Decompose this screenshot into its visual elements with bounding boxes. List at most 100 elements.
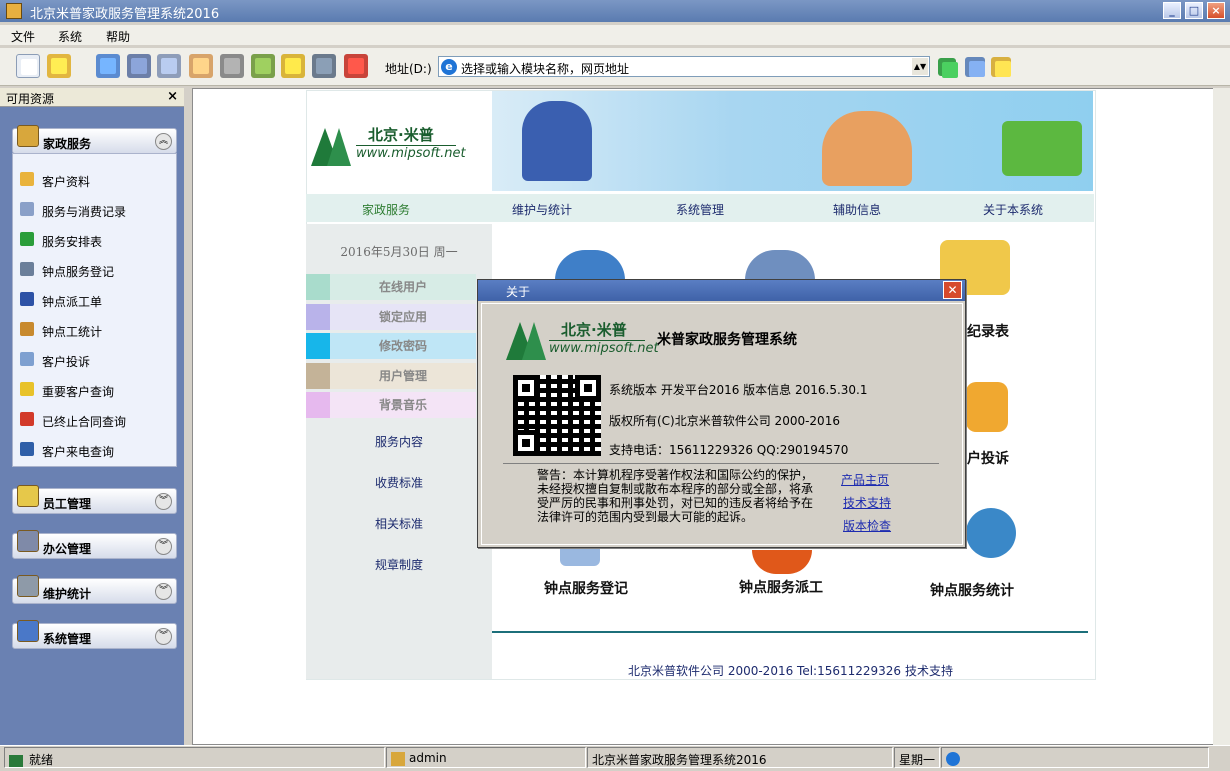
vertical-scrollbar[interactable] xyxy=(1213,88,1230,745)
dialog-logo-cn: 北京·米普 xyxy=(561,321,627,339)
chevron-down-icon[interactable]: ︾ xyxy=(155,628,172,645)
minimize-button[interactable]: _ xyxy=(1163,2,1181,19)
dialog-close-button[interactable]: ✕ xyxy=(943,281,962,299)
sidebar-close-icon[interactable]: × xyxy=(167,89,178,104)
sidebar-item-icon xyxy=(20,382,34,396)
register-icon[interactable] xyxy=(560,548,600,566)
nav-household[interactable]: 家政服务 xyxy=(362,201,410,218)
link-related-standard[interactable]: 相关标准 xyxy=(306,515,492,532)
date-text: 2016年5月30日 周一 xyxy=(340,245,458,259)
address-input[interactable]: e 选择或输入模块名称，网页地址 ▲▼ xyxy=(438,56,930,77)
splitter[interactable] xyxy=(184,88,192,745)
nav-about[interactable]: 关于本系统 xyxy=(983,201,1043,218)
sidebar-item[interactable]: 服务安排表 xyxy=(20,230,170,250)
group-system[interactable]: 系统管理 ︾ xyxy=(12,620,177,649)
sidebar-item-icon xyxy=(20,232,34,246)
quick-button[interactable]: 在线用户 xyxy=(306,274,476,300)
user-icon xyxy=(391,751,405,766)
user-lock-icon[interactable] xyxy=(312,54,336,78)
sidebar-item[interactable]: 钟点派工单 xyxy=(20,290,170,310)
link-product-home[interactable]: 产品主页 xyxy=(841,471,889,488)
quick-button[interactable]: 锁定应用 xyxy=(306,303,476,330)
favorites-icon[interactable] xyxy=(991,57,1011,77)
link-rules[interactable]: 规章制度 xyxy=(306,556,492,573)
chart-icon xyxy=(17,575,39,597)
chevron-up-icon[interactable]: ︽ xyxy=(155,133,172,150)
menu-help[interactable]: 帮助 xyxy=(106,28,130,45)
sidebar-item-label: 服务安排表 xyxy=(42,235,103,249)
quick-button[interactable]: 修改密码 xyxy=(306,333,476,359)
sidebar-item[interactable]: 客户来电查询 xyxy=(20,440,170,460)
sidebar-item-label: 重要客户查询 xyxy=(42,385,115,399)
complaint-icon[interactable] xyxy=(966,382,1008,432)
group-household-service[interactable]: 家政服务 ︽ xyxy=(12,125,177,154)
group-staff[interactable]: 员工管理 ︾ xyxy=(12,485,177,514)
list-view-icon[interactable] xyxy=(96,54,120,78)
nav-bar: 家政服务 维护与统计 系统管理 辅助信息 关于本系统 xyxy=(306,194,1094,222)
dialog-separator xyxy=(503,463,939,464)
go-icon[interactable] xyxy=(938,58,956,76)
group-label: 办公管理 xyxy=(43,542,92,556)
globe-icon[interactable] xyxy=(966,508,1016,558)
sidebar-item[interactable]: 钟点工统计 xyxy=(20,320,170,340)
sidebar-item-label: 钟点工统计 xyxy=(42,325,103,339)
home-icon[interactable] xyxy=(189,54,213,78)
dialog-title: 关于 xyxy=(506,285,531,299)
nav-system[interactable]: 系统管理 xyxy=(676,201,724,218)
open-folder-icon[interactable] xyxy=(47,54,71,78)
sidebar-item[interactable]: 客户投诉 xyxy=(20,350,170,370)
sidebar-item-icon xyxy=(20,412,34,426)
dialog-version: 系统版本 开发平台2016 版本信息 2016.5.30.1 xyxy=(609,383,868,397)
link-version-check[interactable]: 版本检查 xyxy=(843,517,891,534)
link-service-content[interactable]: 服务内容 xyxy=(306,433,492,450)
dialog-app-name: 米普家政服务管理系统 xyxy=(657,332,797,348)
chevron-down-icon[interactable]: ︾ xyxy=(155,493,172,510)
quick-button[interactable]: 用户管理 xyxy=(306,362,476,389)
monitor-icon[interactable] xyxy=(157,54,181,78)
ie-icon: e xyxy=(441,59,457,75)
status-icon xyxy=(9,754,23,767)
footer-divider xyxy=(492,631,1088,633)
label-service-register[interactable]: 钟点服务登记 xyxy=(544,578,628,598)
sidebar-item[interactable]: 客户资料 xyxy=(20,170,170,190)
menu-system[interactable]: 系统 xyxy=(58,28,82,45)
exit-icon[interactable] xyxy=(344,54,368,78)
nav-maintenance[interactable]: 维护与统计 xyxy=(512,201,572,218)
maximize-button[interactable]: □ xyxy=(1185,2,1203,19)
save-page-icon[interactable] xyxy=(965,57,985,77)
group-label: 系统管理 xyxy=(43,632,92,646)
link-tech-support[interactable]: 技术支持 xyxy=(843,494,891,511)
dialog-warning: 警告：本计算机程序受著作权法和国际公约的保护，未经授权擅自复制或散布本程序的部分… xyxy=(537,468,814,524)
print-icon[interactable] xyxy=(220,54,244,78)
label-service-dispatch[interactable]: 钟点服务派工 xyxy=(739,577,823,597)
chevron-down-icon[interactable]: ︾ xyxy=(155,538,172,555)
label-record-table[interactable]: 纪录表 xyxy=(967,321,1009,341)
dialog-title-bar: 关于 xyxy=(478,280,965,301)
properties-icon[interactable] xyxy=(127,54,151,78)
quick-button[interactable]: 背景音乐 xyxy=(306,392,476,418)
quick-button-label: 修改密码 xyxy=(330,333,476,359)
group-maintenance[interactable]: 维护统计 ︾ xyxy=(12,575,177,604)
lock-icon[interactable] xyxy=(281,54,305,78)
sidebar-item[interactable]: 已终止合同查询 xyxy=(20,410,170,430)
group-label: 员工管理 xyxy=(43,497,92,511)
sidebar-item[interactable]: 服务与消费记录 xyxy=(20,200,170,220)
link-fee-standard[interactable]: 收费标准 xyxy=(306,474,492,491)
close-button[interactable]: × xyxy=(1207,2,1225,19)
menu-bar: 文件 系统 帮助 xyxy=(0,25,1230,45)
sidebar-item[interactable]: 钟点服务登记 xyxy=(20,260,170,280)
quick-button-swatch xyxy=(306,392,330,418)
label-complaint[interactable]: 户投诉 xyxy=(967,448,1009,468)
chevron-down-icon[interactable]: ︾ xyxy=(155,583,172,600)
nav-auxiliary[interactable]: 辅助信息 xyxy=(833,201,881,218)
sidebar-item[interactable]: 重要客户查询 xyxy=(20,380,170,400)
group-office[interactable]: 办公管理 ︾ xyxy=(12,530,177,559)
menu-file[interactable]: 文件 xyxy=(11,28,35,45)
status-day: 星期一 xyxy=(899,753,936,767)
footer-tech-support-link[interactable]: 技术支持 xyxy=(905,662,953,679)
new-document-icon[interactable] xyxy=(16,54,40,78)
sidebar-item-label: 客户来电查询 xyxy=(42,445,115,459)
tools-icon[interactable] xyxy=(251,54,275,78)
address-dropdown-icon[interactable]: ▲▼ xyxy=(912,58,928,75)
label-service-stats[interactable]: 钟点服务统计 xyxy=(930,580,1014,600)
